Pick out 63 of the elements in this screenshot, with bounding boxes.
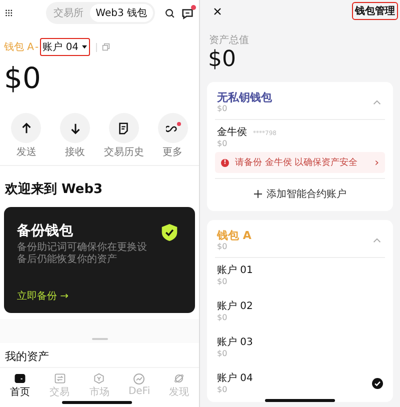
total-balance: $0	[207, 47, 237, 73]
account-row[interactable]: 账户 03 $0	[215, 330, 385, 366]
account-balance: $0	[217, 385, 228, 394]
wallet-balance: $0	[217, 104, 228, 113]
action-label: 更多	[162, 146, 183, 159]
account-name: 账户 02	[217, 301, 253, 313]
action-label: 接收	[65, 146, 86, 159]
add-account-button[interactable]: 添加智能合约账户	[215, 179, 385, 211]
action-button[interactable]	[158, 113, 188, 143]
account-name: 账户 01	[217, 265, 253, 277]
separator: -	[35, 42, 39, 52]
card-title: 备份钱包	[17, 222, 73, 240]
wallet-icon	[14, 373, 26, 384]
account-balance: $0	[217, 313, 228, 322]
shield-check-icon	[161, 223, 178, 242]
action-button[interactable]	[60, 113, 90, 143]
document-icon	[117, 122, 130, 134]
action-button[interactable]	[108, 113, 139, 143]
planet-icon	[173, 373, 186, 384]
tab[interactable]: 首页	[2, 373, 38, 399]
action-label: 交易历史	[104, 146, 144, 159]
wallet-manage-button[interactable]: 钱包管理	[352, 2, 398, 20]
caret-icon	[82, 45, 87, 49]
chevron-right: ›	[374, 158, 379, 168]
home-indicator	[265, 399, 335, 402]
exchange-icon	[54, 373, 66, 384]
chart-circle-icon	[133, 373, 146, 385]
account-name: 账户 03	[217, 337, 253, 349]
hexagon-icon	[93, 373, 106, 384]
notification-dot	[191, 4, 196, 10]
account-name: 金牛侯	[217, 127, 247, 139]
segment-tab[interactable]: Web3 钱包	[90, 4, 154, 22]
total-label: 资产总值	[208, 34, 250, 47]
wallet-balance: $0	[217, 242, 228, 251]
arrow-up-icon	[20, 122, 33, 134]
wallet-name: 钱包 A	[4, 41, 34, 54]
card-description: 备份助记词可确保你在更换设备后仍能恢复你的资产	[17, 242, 148, 266]
plus-icon	[254, 190, 262, 198]
account-balance: $0	[217, 349, 228, 358]
close-icon[interactable]	[213, 6, 222, 16]
badge-dot	[176, 122, 181, 126]
welcome-heading: 欢迎来到 Web3	[4, 180, 104, 198]
action-button[interactable]	[11, 113, 42, 143]
drag-handle[interactable]	[92, 338, 108, 340]
account-row[interactable]: 账户 04 $0	[215, 366, 385, 402]
account-selector[interactable]: 账户 04	[40, 38, 90, 56]
warning-text: 请备份 金牛侯 以确保资产安全	[235, 156, 359, 169]
backup-link[interactable]: 立即备份 →	[17, 289, 182, 303]
home-indicator	[62, 401, 132, 404]
account-balance: $0	[217, 139, 228, 148]
apps-grid-icon[interactable]	[5, 8, 13, 18]
balance: $0	[3, 60, 42, 96]
account-name: 账户 04	[217, 373, 253, 385]
account-row[interactable]: 账户 01 $0	[215, 258, 385, 294]
wallet-name: 无私钥钱包	[217, 91, 272, 104]
account-row[interactable]: 账户 02 $0	[215, 294, 385, 330]
chat-icon[interactable]	[181, 6, 194, 20]
wallet-name: 钱包 A	[217, 229, 252, 242]
assets-heading: 我的资产	[4, 349, 50, 365]
account-balance: $0	[217, 277, 228, 286]
action-label: 发送	[16, 146, 36, 159]
arrow-down-icon	[68, 122, 82, 134]
search-icon[interactable]	[165, 6, 175, 20]
